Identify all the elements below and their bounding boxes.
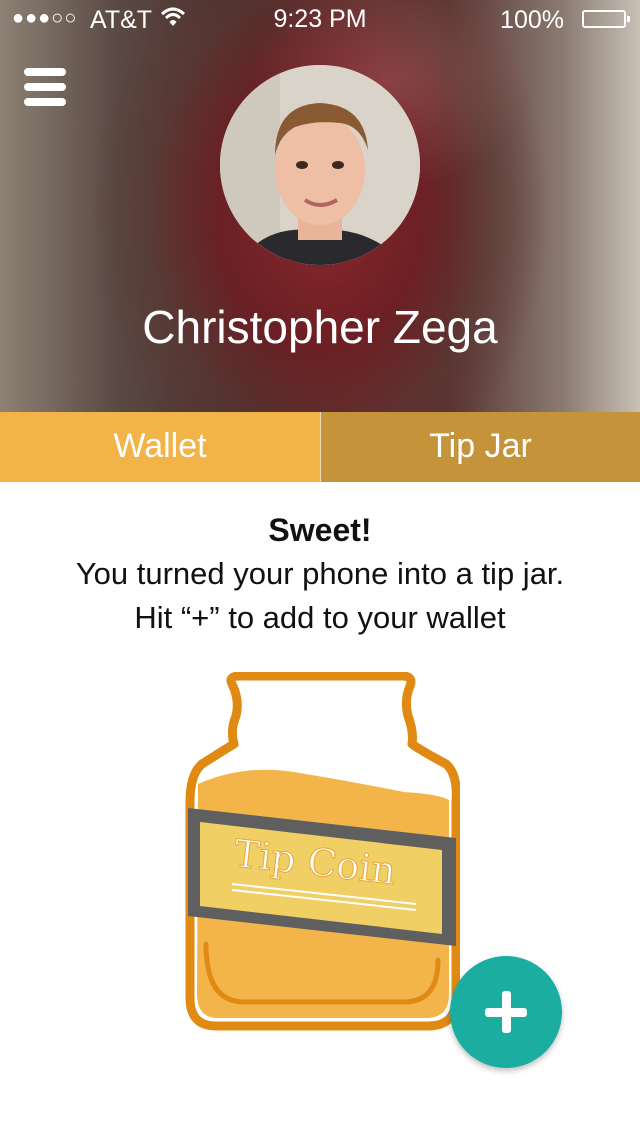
hamburger-menu-icon[interactable] — [24, 68, 66, 110]
status-bar: ●●●○○ AT&T 9:23 PM 100% — [0, 0, 640, 40]
tab-bar: Wallet Tip Jar — [0, 412, 640, 482]
tip-jar-message: Sweet! You turned your phone into a tip … — [0, 508, 640, 640]
tab-tip-jar[interactable]: Tip Jar — [321, 412, 640, 482]
message-line-2: Hit “+” to add to your wallet — [134, 600, 506, 635]
battery-percentage: 100% — [500, 6, 564, 34]
avatar — [220, 65, 420, 265]
profile-name: Christopher Zega — [142, 301, 498, 353]
message-title: Sweet! — [268, 512, 372, 548]
tip-jar-illustration: Tip Coin — [184, 671, 461, 1034]
tab-wallet[interactable]: Wallet — [0, 412, 321, 482]
battery-icon — [582, 10, 630, 28]
message-line-1: You turned your phone into a tip jar. — [75, 556, 565, 591]
plus-icon — [485, 991, 527, 1033]
add-to-wallet-button[interactable] — [450, 956, 562, 1068]
avatar-photo — [220, 65, 420, 265]
